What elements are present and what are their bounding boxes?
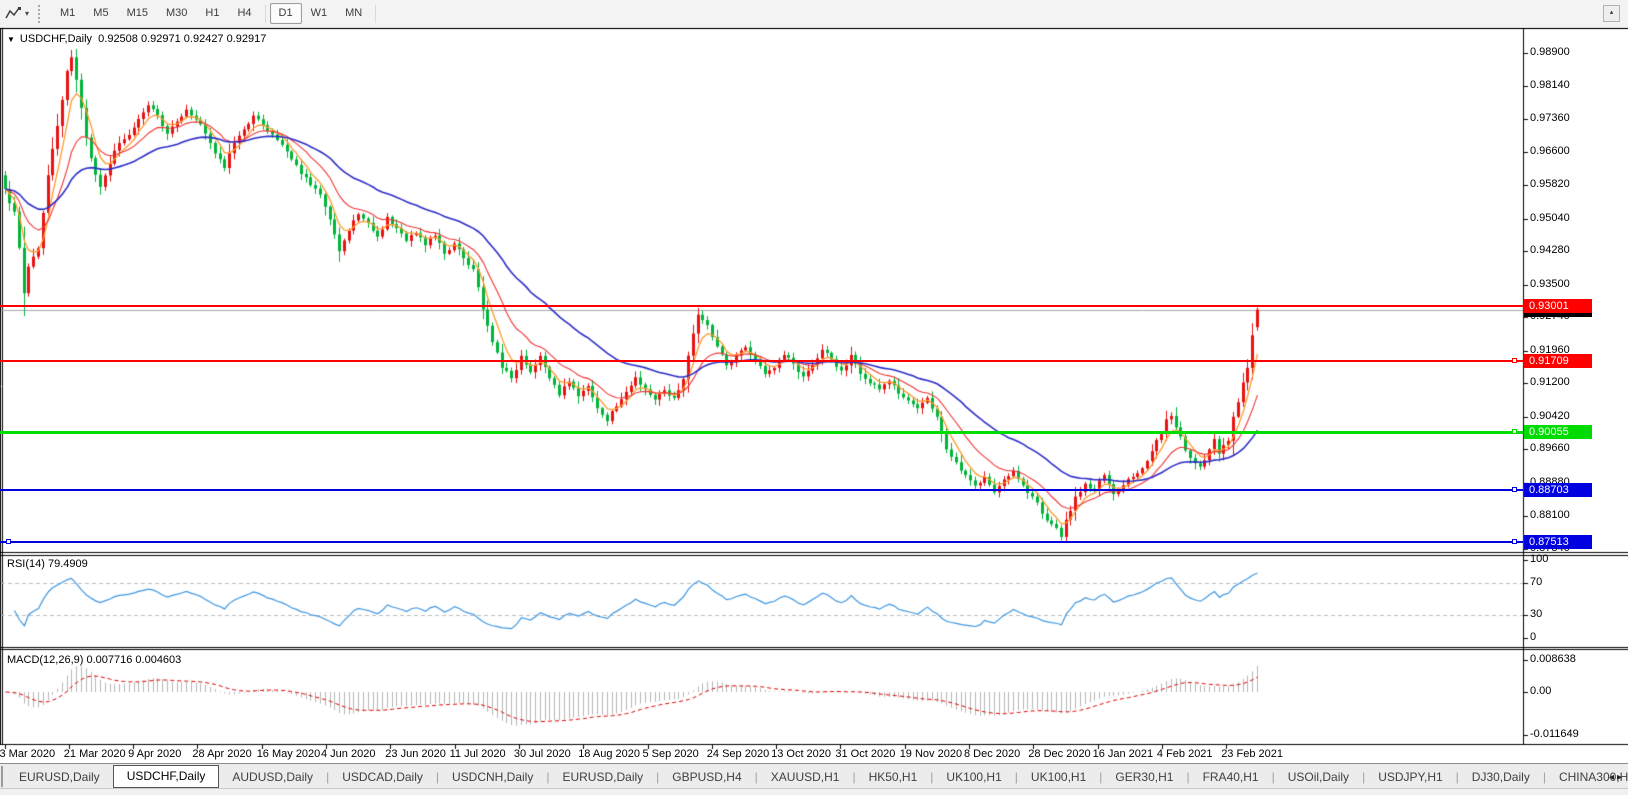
chart-tab-ger30-h1[interactable]: GER30,H1 <box>1102 766 1186 787</box>
date-axis-label: 28 Dec 2020 <box>1028 748 1090 760</box>
hline-price-label: 0.88703 <box>1524 483 1592 497</box>
line-handle-icon[interactable] <box>1512 539 1517 544</box>
rsi-tick-label: 0 <box>1530 631 1536 643</box>
date-axis-label: 4 Jun 2020 <box>321 748 375 760</box>
collapse-triangle-icon[interactable]: ▼ <box>7 35 15 44</box>
date-axis-label: 24 Sep 2020 <box>707 748 769 760</box>
price-tick-label: 0.95040 <box>1530 212 1570 224</box>
hline-price-label: 0.90055 <box>1524 425 1592 439</box>
toolbar-overflow-button[interactable]: ▴ <box>1603 5 1620 22</box>
toolbar-grip[interactable] <box>38 5 44 23</box>
date-axis-label: 23 Jun 2020 <box>385 748 446 760</box>
line-handle-icon[interactable] <box>1512 429 1517 434</box>
hline-price-label: 0.93001 <box>1524 299 1592 313</box>
chart-tab-usoil-daily[interactable]: USOil,Daily <box>1275 766 1362 787</box>
tab-scroll-arrows[interactable]: ◂▸ <box>1609 772 1625 783</box>
chart-tab-uk100-h1[interactable]: UK100,H1 <box>1018 766 1099 787</box>
date-axis-label: 11 Jul 2020 <box>450 748 506 760</box>
chart-ohlc-header: ▼ USDCHF,Daily 0.92508 0.92971 0.92427 0… <box>7 33 266 45</box>
line-handle-icon[interactable] <box>6 539 11 544</box>
timeframe-button-mn[interactable]: MN <box>336 3 371 24</box>
chart-tab-usdjpy-h1[interactable]: USDJPY,H1 <box>1365 766 1455 787</box>
hline-price-label: 0.91709 <box>1524 354 1592 368</box>
date-axis-label: 3 Mar 2020 <box>0 748 55 760</box>
price-tick-label: 0.93500 <box>1530 278 1570 290</box>
hline-price-label: 0.87513 <box>1524 535 1592 549</box>
date-axis-label: 28 Apr 2020 <box>192 748 251 760</box>
macd-tick-label: 0.008638 <box>1530 653 1576 665</box>
toolbar-separator <box>375 5 376 23</box>
price-tick-label: 0.88100 <box>1530 509 1570 521</box>
date-axis-label: 21 Mar 2020 <box>64 748 126 760</box>
tab-scroll-left-icon[interactable]: ◂ <box>1609 772 1617 783</box>
chart-tab-uk100-h1[interactable]: UK100,H1 <box>933 766 1014 787</box>
macd-indicator-label: MACD(12,26,9) 0.007716 0.004603 <box>7 654 181 666</box>
chart-tab-xauusd-h1[interactable]: XAUUSD,H1 <box>758 766 853 787</box>
price-tick-label: 0.91200 <box>1530 376 1570 388</box>
timeframe-button-m15[interactable]: M15 <box>118 3 157 24</box>
horizontal-line-0.88703[interactable] <box>0 489 1523 491</box>
price-tick-label: 0.94280 <box>1530 244 1570 256</box>
date-axis-label: 30 Jul 2020 <box>514 748 571 760</box>
chart-tab-usdchf-daily[interactable]: USDCHF,Daily <box>113 765 220 788</box>
price-tick-label: 0.90420 <box>1530 410 1570 422</box>
rsi-tick-label: 70 <box>1530 576 1542 588</box>
ohlc-readout: USDCHF,Daily 0.92508 0.92971 0.92427 0.9… <box>20 33 266 45</box>
date-axis-label: 13 Oct 2020 <box>771 748 831 760</box>
date-axis-label: 4 Feb 2021 <box>1157 748 1213 760</box>
date-axis-label: 9 Apr 2020 <box>128 748 181 760</box>
timeframe-button-h1[interactable]: H1 <box>196 3 228 24</box>
price-tick-label: 0.98140 <box>1530 79 1570 91</box>
chart-tab-fra40-h1[interactable]: FRA40,H1 <box>1190 766 1272 787</box>
chart-tab-eurusd-daily[interactable]: EURUSD,Daily <box>549 766 656 787</box>
rsi-indicator-label: RSI(14) 79.4909 <box>7 558 88 570</box>
date-axis-label: 16 May 2020 <box>257 748 321 760</box>
tab-scroll-right-icon[interactable]: ▸ <box>1617 772 1625 783</box>
date-axis-label: 16 Jan 2021 <box>1093 748 1154 760</box>
timeframe-button-m5[interactable]: M5 <box>84 3 117 24</box>
date-axis-label: 31 Oct 2020 <box>835 748 895 760</box>
line-handle-icon[interactable] <box>1512 358 1517 363</box>
chevron-down-icon[interactable]: ▾ <box>25 9 29 18</box>
timeframe-button-m1[interactable]: M1 <box>51 3 84 24</box>
timeframe-button-m30[interactable]: M30 <box>157 3 196 24</box>
date-axis-label: 5 Sep 2020 <box>643 748 699 760</box>
price-tick-label: 0.98900 <box>1530 46 1570 58</box>
horizontal-line-0.91709[interactable] <box>0 360 1523 362</box>
toolbar-separator <box>265 5 266 23</box>
chart-canvas[interactable] <box>0 28 1628 763</box>
price-tick-label: 0.95820 <box>1530 178 1570 190</box>
date-axis-label: 8 Dec 2020 <box>964 748 1020 760</box>
price-tick-label: 0.97360 <box>1530 112 1570 124</box>
date-axis-label: 18 Aug 2020 <box>578 748 640 760</box>
tabs-holder: EURUSD,DailyUSDCHF,DailyAUDUSD,Daily|USD… <box>6 766 1628 788</box>
price-tick-label: 0.89660 <box>1530 442 1570 454</box>
timeframe-button-d1[interactable]: D1 <box>270 3 302 24</box>
price-tick-label: 0.96600 <box>1530 145 1570 157</box>
chart-tab-dj30-daily[interactable]: DJ30,Daily <box>1459 766 1543 787</box>
top-toolbar: ▾ M1M5M15M30H1H4 D1W1MN ▴ <box>0 0 1628 28</box>
chart-tab-audusd-daily[interactable]: AUDUSD,Daily <box>219 766 326 787</box>
line-studies-icon[interactable] <box>4 6 24 22</box>
tabbar-edge-handle[interactable] <box>1 766 3 787</box>
horizontal-line-0.93001[interactable] <box>0 305 1523 307</box>
macd-tick-label: -0.011649 <box>1530 728 1579 740</box>
rsi-tick-label: 100 <box>1530 553 1548 565</box>
date-axis-label: 19 Nov 2020 <box>900 748 962 760</box>
horizontal-line-0.90055[interactable] <box>0 431 1523 434</box>
chart-tab-hk50-h1[interactable]: HK50,H1 <box>856 766 931 787</box>
timeframe-button-group: M1M5M15M30H1H4 D1W1MN <box>51 3 380 24</box>
timeframe-button-w1[interactable]: W1 <box>302 3 337 24</box>
chart-tab-usdcnh-daily[interactable]: USDCNH,Daily <box>439 766 546 787</box>
rsi-tick-label: 30 <box>1530 608 1542 620</box>
chart-tab-eurusd-daily[interactable]: EURUSD,Daily <box>6 766 113 787</box>
timeframe-button-h4[interactable]: H4 <box>228 3 260 24</box>
chart-tab-usdcad-daily[interactable]: USDCAD,Daily <box>329 766 436 787</box>
chart-tab-gbpusd-h4[interactable]: GBPUSD,H4 <box>659 766 754 787</box>
line-handle-icon[interactable] <box>1512 487 1517 492</box>
macd-tick-label: 0.00 <box>1530 685 1551 697</box>
date-axis-label: 23 Feb 2021 <box>1221 748 1283 760</box>
horizontal-line-0.87513[interactable] <box>0 541 1523 543</box>
